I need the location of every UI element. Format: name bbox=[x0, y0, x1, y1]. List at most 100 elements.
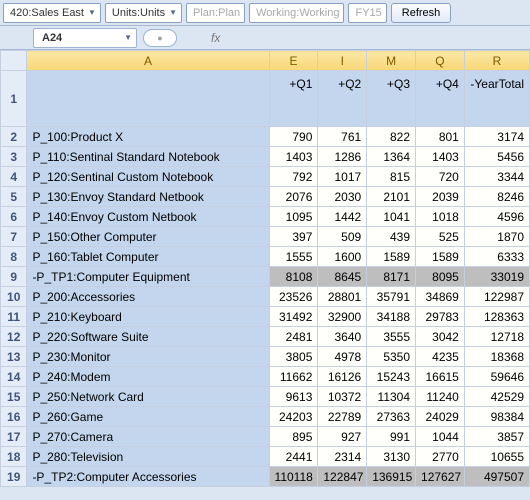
row-label[interactable]: P_140:Envoy Custom Netbook bbox=[27, 207, 269, 227]
data-cell[interactable]: 3555 bbox=[367, 327, 416, 347]
data-cell[interactable]: 1018 bbox=[416, 207, 465, 227]
data-cell[interactable]: 5350 bbox=[367, 347, 416, 367]
data-cell[interactable]: 3130 bbox=[367, 447, 416, 467]
data-cell[interactable]: 128363 bbox=[464, 307, 529, 327]
data-cell[interactable]: 122987 bbox=[464, 287, 529, 307]
row-header[interactable]: 8 bbox=[1, 247, 27, 267]
data-cell[interactable]: 27363 bbox=[367, 407, 416, 427]
data-cell[interactable]: 1403 bbox=[416, 147, 465, 167]
data-cell[interactable]: 439 bbox=[367, 227, 416, 247]
data-cell[interactable]: 23526 bbox=[269, 287, 318, 307]
data-cell[interactable]: 127627 bbox=[416, 467, 465, 487]
grid-corner[interactable] bbox=[1, 51, 27, 71]
data-cell[interactable]: 11240 bbox=[416, 387, 465, 407]
data-cell[interactable]: 1589 bbox=[367, 247, 416, 267]
dropdown-working[interactable]: Working:Working bbox=[249, 3, 344, 23]
data-cell[interactable]: 12718 bbox=[464, 327, 529, 347]
data-cell[interactable]: 720 bbox=[416, 167, 465, 187]
data-cell[interactable]: 35791 bbox=[367, 287, 416, 307]
data-cell[interactable]: 11662 bbox=[269, 367, 318, 387]
data-cell[interactable]: 18368 bbox=[464, 347, 529, 367]
data-cell[interactable]: 10372 bbox=[318, 387, 367, 407]
data-cell[interactable]: 3344 bbox=[464, 167, 529, 187]
row-label[interactable]: P_270:Camera bbox=[27, 427, 269, 447]
row-header[interactable]: 3 bbox=[1, 147, 27, 167]
data-cell[interactable]: 895 bbox=[269, 427, 318, 447]
data-cell[interactable]: 136915 bbox=[367, 467, 416, 487]
col-header-m[interactable]: M bbox=[367, 51, 416, 71]
col-header-i[interactable]: I bbox=[318, 51, 367, 71]
data-cell[interactable]: 29783 bbox=[416, 307, 465, 327]
row-header[interactable]: 9 bbox=[1, 267, 27, 287]
row-header[interactable]: 7 bbox=[1, 227, 27, 247]
data-cell[interactable]: 122847 bbox=[318, 467, 367, 487]
data-cell[interactable]: 2030 bbox=[318, 187, 367, 207]
row-header[interactable]: 6 bbox=[1, 207, 27, 227]
data-cell[interactable]: 509 bbox=[318, 227, 367, 247]
data-cell[interactable]: 1095 bbox=[269, 207, 318, 227]
row-header[interactable]: 17 bbox=[1, 427, 27, 447]
data-cell[interactable]: 8246 bbox=[464, 187, 529, 207]
data-cell[interactable]: 33019 bbox=[464, 267, 529, 287]
row-label[interactable]: P_240:Modem bbox=[27, 367, 269, 387]
data-cell[interactable]: 927 bbox=[318, 427, 367, 447]
refresh-button[interactable]: Refresh bbox=[391, 3, 452, 23]
data-cell[interactable]: 397 bbox=[269, 227, 318, 247]
data-cell[interactable]: 8645 bbox=[318, 267, 367, 287]
row-label[interactable]: P_150:Other Computer bbox=[27, 227, 269, 247]
dropdown-region[interactable]: 420:Sales East ▼ bbox=[3, 3, 101, 23]
q3-header[interactable]: +Q3 bbox=[367, 71, 416, 127]
data-cell[interactable]: 32900 bbox=[318, 307, 367, 327]
q4-header[interactable]: +Q4 bbox=[416, 71, 465, 127]
data-cell[interactable]: 801 bbox=[416, 127, 465, 147]
data-cell[interactable]: 3042 bbox=[416, 327, 465, 347]
data-cell[interactable]: 31492 bbox=[269, 307, 318, 327]
row-header[interactable]: 16 bbox=[1, 407, 27, 427]
row-header[interactable]: 10 bbox=[1, 287, 27, 307]
data-cell[interactable]: 1600 bbox=[318, 247, 367, 267]
data-cell[interactable]: 822 bbox=[367, 127, 416, 147]
row-header[interactable]: 2 bbox=[1, 127, 27, 147]
data-cell[interactable]: 4235 bbox=[416, 347, 465, 367]
row-header[interactable]: 15 bbox=[1, 387, 27, 407]
data-cell[interactable]: 8171 bbox=[367, 267, 416, 287]
data-cell[interactable]: 16126 bbox=[318, 367, 367, 387]
data-cell[interactable]: 1589 bbox=[416, 247, 465, 267]
data-cell[interactable]: 1442 bbox=[318, 207, 367, 227]
row-label[interactable]: P_160:Tablet Computer bbox=[27, 247, 269, 267]
q2-header[interactable]: +Q2 bbox=[318, 71, 367, 127]
data-cell[interactable]: 98384 bbox=[464, 407, 529, 427]
data-cell[interactable]: 497507 bbox=[464, 467, 529, 487]
data-cell[interactable]: 2039 bbox=[416, 187, 465, 207]
cell[interactable] bbox=[27, 71, 269, 127]
data-cell[interactable]: 1044 bbox=[416, 427, 465, 447]
row-label[interactable]: P_280:Television bbox=[27, 447, 269, 467]
data-cell[interactable]: 59646 bbox=[464, 367, 529, 387]
row-label[interactable]: P_100:Product X bbox=[27, 127, 269, 147]
dropdown-fy[interactable]: FY15 bbox=[348, 3, 386, 23]
data-cell[interactable]: 2441 bbox=[269, 447, 318, 467]
row-header[interactable]: 12 bbox=[1, 327, 27, 347]
row-label[interactable]: P_110:Sentinal Standard Notebook bbox=[27, 147, 269, 167]
data-cell[interactable]: 1870 bbox=[464, 227, 529, 247]
row-label[interactable]: P_210:Keyboard bbox=[27, 307, 269, 327]
data-cell[interactable]: 2770 bbox=[416, 447, 465, 467]
data-cell[interactable]: 2101 bbox=[367, 187, 416, 207]
name-box[interactable]: A24 ▼ bbox=[33, 28, 137, 48]
row-label[interactable]: P_220:Software Suite bbox=[27, 327, 269, 347]
row-label[interactable]: P_200:Accessories bbox=[27, 287, 269, 307]
data-cell[interactable]: 3857 bbox=[464, 427, 529, 447]
row-label[interactable]: P_120:Sentinal Custom Notebook bbox=[27, 167, 269, 187]
data-cell[interactable]: 4978 bbox=[318, 347, 367, 367]
yt-header[interactable]: -YearTotal bbox=[464, 71, 529, 127]
data-cell[interactable]: 3805 bbox=[269, 347, 318, 367]
data-cell[interactable]: 2314 bbox=[318, 447, 367, 467]
row-header[interactable]: 5 bbox=[1, 187, 27, 207]
row-label[interactable]: P_250:Network Card bbox=[27, 387, 269, 407]
data-cell[interactable]: 24203 bbox=[269, 407, 318, 427]
data-cell[interactable]: 8108 bbox=[269, 267, 318, 287]
data-cell[interactable]: 34188 bbox=[367, 307, 416, 327]
data-cell[interactable]: 28801 bbox=[318, 287, 367, 307]
data-cell[interactable]: 11304 bbox=[367, 387, 416, 407]
data-cell[interactable]: 15243 bbox=[367, 367, 416, 387]
